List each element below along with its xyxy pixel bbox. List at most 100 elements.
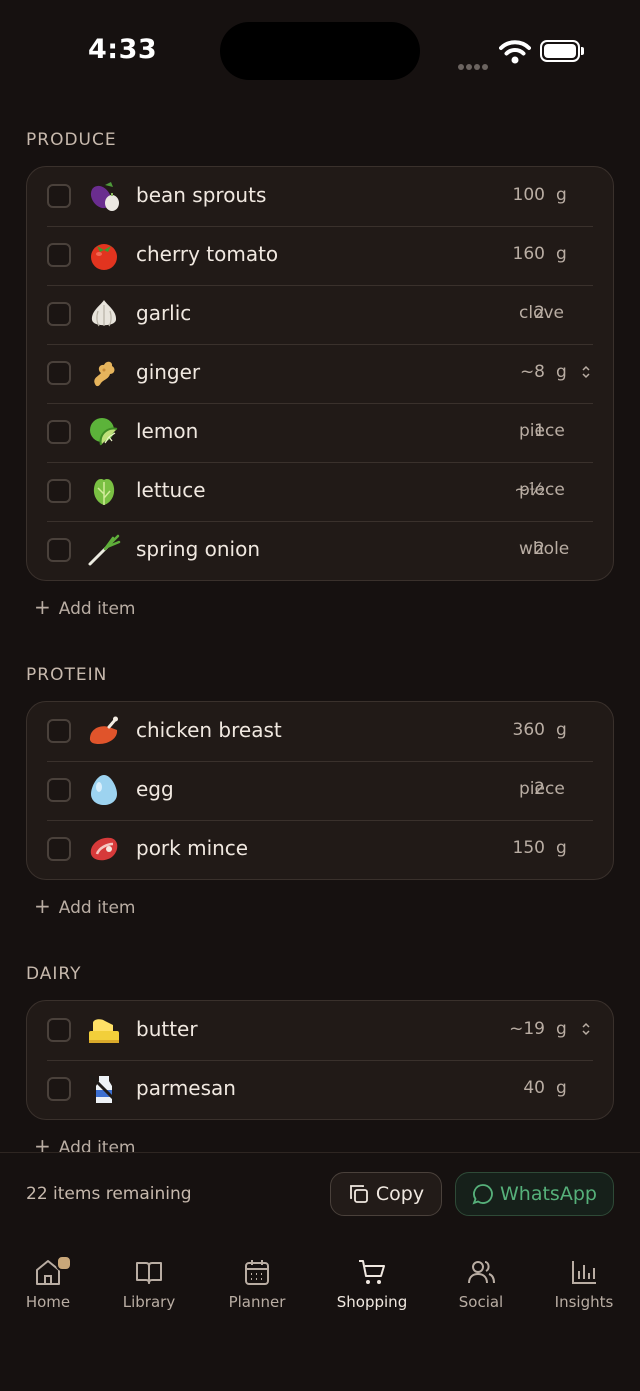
add-item-label: Add item (58, 1138, 136, 1152)
item-unit: g (556, 720, 567, 740)
copy-icon (349, 1185, 368, 1203)
poultry-leg-icon (89, 716, 118, 744)
notification-badge (56, 1255, 72, 1271)
item-quantity: 100 (512, 185, 545, 205)
spring-onion-icon (88, 534, 121, 566)
item-unit: g (556, 838, 567, 858)
shopping-list[interactable]: PRODUCE bean sprouts 100 g cherry tomato… (0, 100, 640, 1152)
item-name: pork mince (136, 836, 249, 860)
tab-label: Planner (228, 1293, 286, 1311)
item-name: butter (136, 1017, 198, 1041)
item-name: parmesan (136, 1076, 236, 1100)
item-checkbox[interactable] (47, 184, 71, 208)
plus-icon: + (34, 595, 51, 619)
tab-library[interactable]: Library (99, 1257, 199, 1311)
item-unit: clove (519, 303, 564, 323)
item-checkbox[interactable] (47, 1077, 71, 1101)
users-icon (468, 1261, 495, 1284)
list-item: pork mince 150 g (27, 820, 613, 879)
tomato-icon (91, 244, 117, 270)
status-time: 4:33 (88, 34, 158, 65)
section-title-dairy: DAIRY (26, 964, 82, 984)
section-title-protein: PROTEIN (26, 665, 108, 685)
list-item: lemon 1 piece (27, 403, 613, 462)
cellular-signal-icon (458, 55, 490, 74)
no-milk-icon (89, 1074, 119, 1104)
tab-planner[interactable]: Planner (207, 1257, 307, 1311)
item-quantity: ~19 (509, 1019, 545, 1039)
tab-label: Shopping (336, 1293, 408, 1311)
tab-shopping[interactable]: Shopping (322, 1257, 422, 1311)
whatsapp-label: WhatsApp (500, 1183, 597, 1205)
item-checkbox[interactable] (47, 837, 71, 861)
dairy-card: butter ~19 g parmesan 40 g (26, 1000, 614, 1120)
item-quantity: 360 (512, 720, 545, 740)
tab-label: Library (122, 1293, 176, 1311)
item-unit: whole (519, 539, 570, 559)
calendar-icon (245, 1260, 269, 1285)
whatsapp-icon (472, 1184, 493, 1205)
meat-icon (90, 837, 118, 861)
item-checkbox[interactable] (47, 538, 71, 562)
copy-button[interactable]: Copy (330, 1172, 442, 1216)
list-item: bean sprouts 100 g (27, 167, 613, 226)
item-unit: g (556, 1019, 567, 1039)
item-checkbox[interactable] (47, 243, 71, 267)
book-icon (136, 1262, 162, 1284)
item-unit: g (556, 185, 567, 205)
items-remaining-count: 22 items remaining (26, 1184, 192, 1204)
lettuce-icon (93, 479, 115, 505)
list-item: butter ~19 g (27, 1001, 613, 1060)
tab-home[interactable]: Home (0, 1255, 98, 1311)
item-checkbox[interactable] (47, 302, 71, 326)
item-unit: g (556, 1078, 567, 1098)
ginger-icon (94, 361, 115, 387)
eggplant-garlic-icon (90, 182, 119, 211)
list-item: chicken breast 360 g (27, 702, 613, 761)
item-name: ginger (136, 360, 201, 384)
plus-icon: + (34, 1134, 51, 1152)
share-bar: 22 items remaining Copy WhatsApp (0, 1152, 640, 1236)
item-checkbox[interactable] (47, 361, 71, 385)
add-item-produce-button[interactable]: + Add item (34, 595, 136, 619)
list-item: parmesan 40 g (27, 1060, 613, 1119)
item-checkbox[interactable] (47, 778, 71, 802)
wifi-icon (499, 40, 531, 64)
list-item: garlic 2 clove (27, 285, 613, 344)
whatsapp-button[interactable]: WhatsApp (455, 1172, 614, 1216)
dynamic-island (220, 22, 420, 80)
item-checkbox[interactable] (47, 1018, 71, 1042)
item-name: garlic (136, 301, 192, 325)
item-unit: piece (519, 421, 565, 441)
tab-label: Home (25, 1293, 71, 1311)
item-unit: g (556, 362, 567, 382)
item-unit: piece (519, 480, 565, 500)
tab-label: Insights (554, 1293, 614, 1311)
cart-icon (359, 1260, 385, 1284)
item-quantity: ~8 (519, 362, 545, 382)
item-quantity: 160 (512, 244, 545, 264)
add-item-dairy-button[interactable]: + Add item (34, 1134, 136, 1152)
item-checkbox[interactable] (47, 719, 71, 743)
quantity-stepper[interactable] (581, 363, 591, 381)
list-item: egg 2 piece (27, 761, 613, 820)
tab-social[interactable]: Social (431, 1257, 531, 1311)
item-name: bean sprouts (136, 183, 267, 207)
quantity-stepper[interactable] (581, 1020, 591, 1038)
battery-icon (540, 40, 580, 62)
butter-icon (89, 1019, 119, 1043)
add-item-protein-button[interactable]: + Add item (34, 894, 136, 918)
bar-chart-icon (572, 1261, 596, 1284)
section-title-produce: PRODUCE (26, 130, 117, 150)
egg-icon (91, 775, 117, 805)
item-name: lettuce (136, 478, 206, 502)
list-item: lettuce ~½ piece (27, 462, 613, 521)
tab-insights[interactable]: Insights (534, 1257, 634, 1311)
item-checkbox[interactable] (47, 420, 71, 444)
tab-bar: Home Library Planner Shopping Social Ins… (0, 1235, 640, 1391)
item-name: spring onion (136, 537, 261, 561)
item-name: chicken breast (136, 718, 282, 742)
copy-label: Copy (375, 1183, 425, 1205)
item-checkbox[interactable] (47, 479, 71, 503)
item-quantity: 150 (512, 838, 545, 858)
